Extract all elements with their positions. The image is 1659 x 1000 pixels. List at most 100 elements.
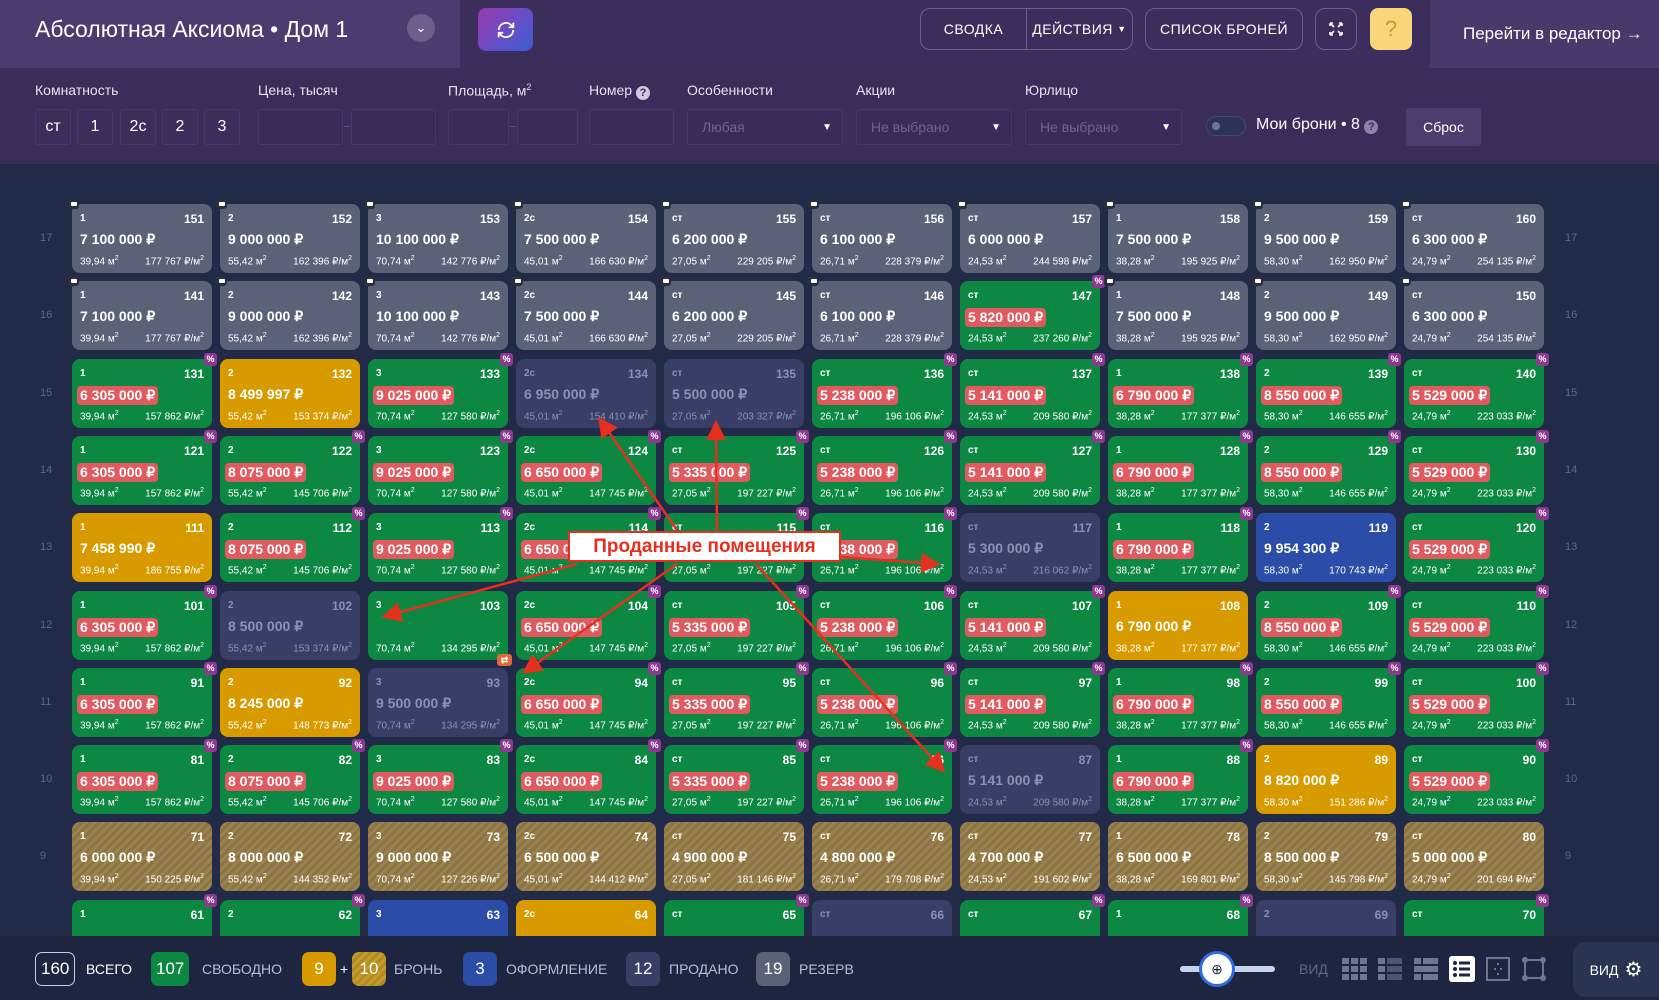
zoom-slider-handle[interactable]: ⊕ bbox=[1199, 951, 1235, 987]
project-dropdown-chevron-icon[interactable]: ⌄ bbox=[407, 14, 435, 42]
apartment-cell[interactable]: 1 128 6 790 000 ₽38,28 м2 177 377 ₽/м2% bbox=[1108, 429, 1253, 505]
apartment-cell[interactable]: 2 102 8 500 000 ₽55,42 м2 153 374 ₽/м2 bbox=[220, 590, 360, 660]
booked-count[interactable]: 9 bbox=[302, 952, 336, 986]
apartment-cell[interactable]: ст 80 5 000 000 ₽24,79 м2 201 694 ₽/м2 bbox=[1404, 822, 1544, 892]
bookings-list-button[interactable]: СПИСОК БРОНЕЙ bbox=[1145, 8, 1303, 50]
apartment-cell[interactable]: 1 71 6 000 000 ₽39,94 м2 150 225 ₽/м2 bbox=[72, 822, 212, 892]
apartment-cell[interactable]: 2 72 8 000 000 ₽55,42 м2 144 352 ₽/м2 bbox=[220, 822, 360, 892]
apartment-cell[interactable]: ст 130 5 529 000 ₽24,79 м2 223 033 ₽/м2% bbox=[1404, 429, 1549, 505]
apartment-cell[interactable]: 2с 64 bbox=[516, 899, 656, 936]
apartment-cell[interactable]: ст 135 5 500 000 ₽27,05 м2 203 327 ₽/м2 bbox=[664, 358, 804, 428]
comment-icon[interactable] bbox=[364, 276, 375, 287]
apartment-cell[interactable]: 3 63 bbox=[368, 899, 508, 936]
apartment-cell[interactable]: 1 118 6 790 000 ₽38,28 м2 177 377 ₽/м2% bbox=[1108, 507, 1253, 583]
promo-percent-icon[interactable]: % bbox=[1092, 429, 1105, 443]
promo-percent-icon[interactable]: % bbox=[944, 661, 957, 675]
promo-percent-icon[interactable]: % bbox=[500, 429, 513, 443]
promo-percent-icon[interactable]: % bbox=[204, 739, 217, 753]
promo-percent-icon[interactable]: % bbox=[1092, 352, 1105, 366]
view-frame-icon[interactable] bbox=[1521, 956, 1547, 982]
apartment-cell[interactable]: 3 73 9 000 000 ₽70,74 м2 127 226 ₽/м2 bbox=[368, 822, 508, 892]
summary-button[interactable]: СВОДКА bbox=[921, 9, 1026, 49]
comment-icon[interactable] bbox=[216, 199, 227, 209]
promo-percent-icon[interactable]: % bbox=[796, 739, 809, 753]
apartment-cell[interactable]: 1 91 6 305 000 ₽39,94 м2 157 862 ₽/м2% bbox=[72, 661, 217, 737]
view-settings-button[interactable]: ВИД ⚙ bbox=[1573, 942, 1659, 997]
promo-percent-icon[interactable]: % bbox=[648, 661, 661, 675]
promo-percent-icon[interactable]: % bbox=[1536, 429, 1549, 443]
promo-percent-icon[interactable]: % bbox=[1388, 584, 1401, 598]
promo-percent-icon[interactable]: % bbox=[796, 661, 809, 675]
comment-icon[interactable] bbox=[1104, 199, 1115, 209]
promo-percent-icon[interactable]: % bbox=[352, 893, 365, 907]
apartment-cell[interactable]: ст 155 6 200 000 ₽27,05 м2 229 205 ₽/м2 bbox=[660, 199, 804, 273]
apartment-cell[interactable]: ст 87 5 141 000 ₽24,53 м2 209 580 ₽/м2 bbox=[960, 745, 1100, 815]
comment-icon[interactable] bbox=[1252, 199, 1263, 209]
comment-icon[interactable] bbox=[808, 199, 819, 209]
apartment-cell[interactable]: ст 150 6 300 000 ₽24,79 м2 254 135 ₽/м2 bbox=[1400, 276, 1544, 351]
apartment-cell[interactable]: 1 111 7 458 990 ₽39,94 м2 186 755 ₽/м2 bbox=[72, 513, 212, 583]
promo-percent-icon[interactable]: % bbox=[1536, 739, 1549, 753]
apartment-cell[interactable]: 1 61% bbox=[72, 893, 217, 936]
apartment-cell[interactable]: 2 149 9 500 000 ₽58,30 м2 162 950 ₽/м2 bbox=[1252, 276, 1396, 351]
room-filter-3[interactable]: 3 bbox=[204, 109, 240, 145]
apartment-cell[interactable]: ст 97 5 141 000 ₽24,53 м2 209 580 ₽/м2% bbox=[960, 661, 1105, 737]
apartment-cell[interactable]: ст 120 5 529 000 ₽24,79 м2 223 033 ₽/м2% bbox=[1404, 507, 1549, 583]
actions-dropdown-button[interactable]: ДЕЙСТВИЯ ▼ bbox=[1026, 9, 1132, 49]
apartment-cell[interactable]: 3 93 9 500 000 ₽70,74 м2 134 295 ₽/м2 bbox=[368, 667, 508, 737]
apartment-cell[interactable]: ст 65% bbox=[664, 893, 809, 936]
apartment-cell[interactable]: 1 151 7 100 000 ₽39,94 м2 177 767 ₽/м2 bbox=[68, 199, 212, 273]
price-max-input[interactable] bbox=[351, 109, 436, 145]
apartment-cell[interactable]: 2 119 9 954 300 ₽58,30 м2 170 743 ₽/м2 bbox=[1256, 513, 1396, 583]
apartment-cell[interactable]: ст 66 bbox=[812, 899, 952, 936]
apartment-cell[interactable]: 2 139 8 550 000 ₽58,30 м2 146 655 ₽/м2% bbox=[1256, 352, 1401, 428]
apartment-cell[interactable]: 1 141 7 100 000 ₽39,94 м2 177 767 ₽/м2 bbox=[68, 276, 212, 351]
apartment-cell[interactable]: ст 105 5 335 000 ₽27,05 м2 197 227 ₽/м2% bbox=[664, 584, 809, 660]
apartment-cell[interactable]: 1 88 6 790 000 ₽38,28 м2 177 377 ₽/м2% bbox=[1108, 739, 1253, 815]
apartment-cell[interactable]: ст 126 5 238 000 ₽26,71 м2 196 106 ₽/м2% bbox=[812, 429, 957, 505]
apartment-cell[interactable]: ст 95 5 335 000 ₽27,05 м2 197 227 ₽/м2% bbox=[664, 661, 809, 737]
promo-percent-icon[interactable]: % bbox=[1240, 352, 1253, 366]
apartment-cell[interactable]: 1 158 7 500 000 ₽38,28 м2 195 925 ₽/м2 bbox=[1104, 199, 1248, 273]
comment-icon[interactable] bbox=[808, 276, 819, 287]
apartment-cell[interactable]: ст 75 4 900 000 ₽27,05 м2 181 146 ₽/м2 bbox=[664, 822, 804, 892]
apartment-cell[interactable]: 2 159 9 500 000 ₽58,30 м2 162 950 ₽/м2 bbox=[1252, 199, 1396, 273]
promo-percent-icon[interactable]: % bbox=[352, 429, 365, 443]
promo-percent-icon[interactable]: % bbox=[1092, 661, 1105, 675]
apartment-cell[interactable]: 2 69 bbox=[1256, 899, 1396, 936]
promo-percent-icon[interactable]: % bbox=[648, 507, 661, 521]
apartment-cell[interactable]: ст 147 5 820 000 ₽24,53 м2 237 260 ₽/м2% bbox=[960, 275, 1105, 351]
promo-percent-icon[interactable]: % bbox=[1240, 739, 1253, 753]
apartment-cell[interactable]: 2 142 9 000 000 ₽55,42 м2 162 396 ₽/м2 bbox=[216, 276, 360, 351]
apartment-cell[interactable]: ст 110 5 529 000 ₽24,79 м2 223 033 ₽/м2% bbox=[1404, 584, 1549, 660]
area-max-input[interactable] bbox=[517, 109, 578, 145]
apartment-cell[interactable]: ст 156 6 100 000 ₽26,71 м2 228 379 ₽/м2 bbox=[808, 199, 952, 273]
promo-percent-icon[interactable]: % bbox=[204, 352, 217, 366]
promo-percent-icon[interactable]: % bbox=[1536, 584, 1549, 598]
apartment-cell[interactable]: ст 106 5 238 000 ₽26,71 м2 196 106 ₽/м2% bbox=[812, 584, 957, 660]
apartment-cell[interactable]: 1 148 7 500 000 ₽38,28 м2 195 925 ₽/м2 bbox=[1104, 276, 1248, 351]
apartment-cell[interactable]: 2 89 8 820 000 ₽58,30 м2 151 286 ₽/м2 bbox=[1256, 745, 1396, 815]
promo-percent-icon[interactable]: % bbox=[204, 584, 217, 598]
apartment-cell[interactable]: ст 117 5 300 000 ₽24,53 м2 216 062 ₽/м2 bbox=[960, 513, 1100, 583]
comment-icon[interactable] bbox=[364, 199, 375, 209]
apartment-cell[interactable]: ст 145 6 200 000 ₽27,05 м2 229 205 ₽/м2 bbox=[660, 276, 804, 351]
promo-percent-icon[interactable]: % bbox=[1240, 429, 1253, 443]
my-bookings-toggle[interactable] bbox=[1206, 116, 1246, 136]
comment-icon[interactable] bbox=[660, 276, 671, 287]
room-filter-2c[interactable]: 2с bbox=[120, 109, 156, 145]
promo-percent-icon[interactable]: % bbox=[1536, 893, 1549, 907]
sold-count[interactable]: 12 bbox=[626, 952, 660, 986]
promo-select[interactable]: Не выбрано bbox=[856, 109, 1012, 145]
promo-percent-icon[interactable]: % bbox=[204, 893, 217, 907]
apartment-cell[interactable]: 1 78 6 500 000 ₽38,28 м2 169 801 ₽/м2 bbox=[1108, 822, 1248, 892]
comment-icon[interactable] bbox=[68, 199, 79, 209]
apartment-cell[interactable]: ст 146 6 100 000 ₽26,71 м2 228 379 ₽/м2 bbox=[808, 276, 952, 351]
promo-percent-icon[interactable]: % bbox=[796, 507, 809, 521]
apartment-cell[interactable]: 3 123 9 025 000 ₽70,74 м2 127 580 ₽/м2% bbox=[368, 429, 513, 505]
view-grid-mixed-icon[interactable] bbox=[1377, 956, 1403, 982]
go-to-editor-link[interactable]: Перейти в редактор → bbox=[1430, 0, 1659, 68]
apartment-cell[interactable]: ст 136 5 238 000 ₽26,71 м2 196 106 ₽/м2% bbox=[812, 352, 957, 428]
processing-count[interactable]: 3 bbox=[463, 952, 497, 986]
promo-percent-icon[interactable]: % bbox=[1388, 352, 1401, 366]
